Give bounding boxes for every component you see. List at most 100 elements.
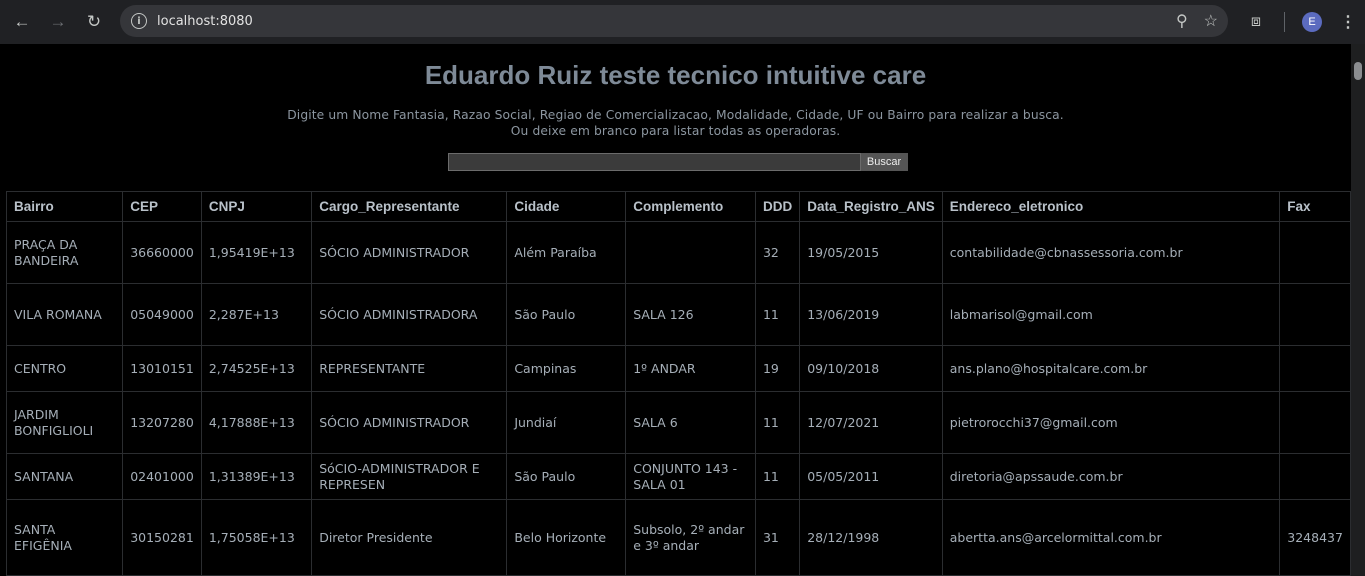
- table-row: SANTA EFIGÊNIA 30150281 1,75058E+13 Diretor…: [5, 499, 1351, 576]
- table-row: JARDIM BONFIGLIOLI 13207280 4,17888E+13 SÓC…: [5, 391, 1351, 454]
- table-cell: 09/10/2018: [799, 345, 943, 392]
- zoom-icon[interactable]: ⚲: [1176, 11, 1188, 31]
- table-cell: [1279, 453, 1351, 500]
- table-cell: 13010151: [122, 345, 202, 392]
- table-cell: São Paulo: [506, 453, 627, 500]
- site-info-icon[interactable]: i: [131, 13, 147, 29]
- table-cell: Belo Horizonte: [506, 499, 627, 576]
- column-header: Cargo_Representante: [311, 191, 508, 222]
- table-cell: REPRESENTANTE: [311, 345, 508, 392]
- column-header: CNPJ: [200, 191, 313, 222]
- profile-avatar[interactable]: E: [1302, 12, 1322, 32]
- search-button[interactable]: Buscar: [860, 153, 908, 171]
- search-hint: Digite um Nome Fantasia, Razao Social, R…: [0, 107, 1351, 139]
- table-cell: [1279, 345, 1351, 392]
- table-cell: 4,17888E+13: [200, 391, 313, 454]
- table-cell: SÓCIO ADMINISTRADOR: [311, 391, 508, 454]
- table-row: CENTRO 13010151 2,74525E+13 REPRESENTANTE Ca…: [5, 345, 1351, 392]
- table-cell: 05/05/2011: [799, 453, 943, 500]
- table-cell: 36660000: [122, 221, 202, 284]
- table-cell: [625, 221, 756, 284]
- table-cell: SÓCIO ADMINISTRADORA: [311, 283, 508, 346]
- table-cell: 28/12/1998: [799, 499, 943, 576]
- operators-table: Bairro CEP CNPJ Cargo_Representante Cidade Co…: [5, 191, 1351, 576]
- table-cell: VILA ROMANA: [5, 283, 124, 346]
- table-cell: 11: [754, 453, 801, 500]
- table-cell: ans.plano@hospitalcare.com.br: [941, 345, 1281, 392]
- table-cell: 1,31389E+13: [200, 453, 313, 500]
- table-cell: 11: [754, 283, 801, 346]
- table-cell: 13/06/2019: [799, 283, 943, 346]
- column-header: CEP: [122, 191, 202, 222]
- table-body: PRAÇA DA BANDEIRA 36660000 1,95419E+13 SÓCI…: [5, 221, 1351, 576]
- table-cell: Campinas: [506, 345, 627, 392]
- table-cell: SALA 126: [625, 283, 756, 346]
- reload-icon[interactable]: ↻: [76, 4, 112, 40]
- table-cell: pietrorocchi37@gmail.com: [941, 391, 1281, 454]
- browser-toolbar: ← → ↻ i localhost:8080 ⚲ ☆ ⧈ E ⋮: [0, 0, 1365, 44]
- table-cell: 1,95419E+13: [200, 221, 313, 284]
- column-header: Data_Registro_ANS: [799, 191, 943, 222]
- table-cell: 2,287E+13: [200, 283, 313, 346]
- table-row: PRAÇA DA BANDEIRA 36660000 1,95419E+13 SÓCI…: [5, 221, 1351, 284]
- table-cell: 1º ANDAR: [625, 345, 756, 392]
- page-title: Eduardo Ruiz teste tecnico intuitive car…: [424, 60, 927, 90]
- toolbar-divider: [1284, 12, 1285, 32]
- search-hint-line-1: Digite um Nome Fantasia, Razao Social, R…: [287, 108, 1064, 122]
- table-cell: 30150281: [122, 499, 202, 576]
- table-cell: Subsolo, 2º andar e 3º andar: [625, 499, 756, 576]
- address-bar[interactable]: i localhost:8080 ⚲ ☆: [120, 5, 1228, 37]
- table-cell: 19: [754, 345, 801, 392]
- table-cell: CONJUNTO 143 - SALA 01: [625, 453, 756, 500]
- table-cell: 3248437: [1279, 499, 1351, 576]
- table-cell: SANTA EFIGÊNIA: [5, 499, 124, 576]
- table-cell: SóCIO-ADMINISTRADOR E REPRESEN: [311, 453, 508, 500]
- table-cell: 1,75058E+13: [200, 499, 313, 576]
- column-header: Fax: [1279, 191, 1351, 222]
- table-cell: Jundiaí: [506, 391, 627, 454]
- table-cell: [1279, 221, 1351, 284]
- search-form: Buscar: [4, 153, 1351, 171]
- table-cell: JARDIM BONFIGLIOLI: [5, 391, 124, 454]
- table-cell: São Paulo: [506, 283, 627, 346]
- kebab-menu-icon[interactable]: ⋮: [1340, 12, 1356, 32]
- table-cell: SÓCIO ADMINISTRADOR: [311, 221, 508, 284]
- table-header-row: Bairro CEP CNPJ Cargo_Representante Cidade Co…: [5, 191, 1351, 222]
- column-header: Cidade: [506, 191, 627, 222]
- table-cell: Diretor Presidente: [311, 499, 508, 576]
- search-input[interactable]: [447, 153, 861, 171]
- table-cell: [1279, 283, 1351, 346]
- table-cell: CENTRO: [5, 345, 124, 392]
- table-cell: PRAÇA DA BANDEIRA: [5, 221, 124, 284]
- table-cell: labmarisol@gmail.com: [941, 283, 1281, 346]
- puzzle-icon[interactable]: ⧈: [1242, 13, 1270, 31]
- column-header: DDD: [754, 191, 801, 222]
- column-header: Bairro: [5, 191, 124, 222]
- table-row: SANTANA 02401000 1,31389E+13 SóCIO-ADMINIST…: [5, 453, 1351, 500]
- table-cell: 12/07/2021: [799, 391, 943, 454]
- scrollbar-thumb[interactable]: [1354, 62, 1362, 80]
- vertical-scrollbar[interactable]: [1351, 44, 1365, 576]
- table-cell: contabilidade@cbnassessoria.com.br: [941, 221, 1281, 284]
- table-cell: SANTANA: [5, 453, 124, 500]
- table-cell: 02401000: [122, 453, 202, 500]
- table-cell: 11: [754, 391, 801, 454]
- table-cell: 19/05/2015: [799, 221, 943, 284]
- table-cell: 13207280: [122, 391, 202, 454]
- table-cell: abertta.ans@arcelormittal.com.br: [941, 499, 1281, 576]
- table-cell: 2,74525E+13: [200, 345, 313, 392]
- table-cell: 05049000: [122, 283, 202, 346]
- table-cell: 31: [754, 499, 801, 576]
- back-arrow-icon[interactable]: ←: [4, 4, 40, 40]
- table-cell: [1279, 391, 1351, 454]
- table-cell: 32: [754, 221, 801, 284]
- search-hint-line-2: Ou deixe em branco para listar todas as …: [510, 124, 841, 138]
- table-row: VILA ROMANA 05049000 2,287E+13 SÓCIO ADMINI…: [5, 283, 1351, 346]
- page-viewport: Eduardo Ruiz teste tecnico intuitive car…: [0, 44, 1351, 576]
- star-icon[interactable]: ☆: [1204, 11, 1218, 31]
- table-cell: SALA 6: [625, 391, 756, 454]
- table-cell: diretoria@apssaude.com.br: [941, 453, 1281, 500]
- url-text[interactable]: localhost:8080: [157, 14, 253, 29]
- forward-arrow-icon[interactable]: →: [40, 4, 76, 40]
- column-header: Complemento: [625, 191, 756, 222]
